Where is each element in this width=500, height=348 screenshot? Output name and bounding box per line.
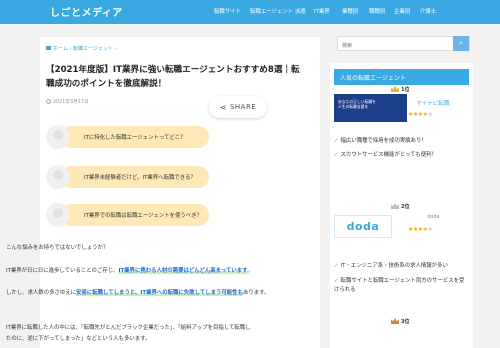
question-bubble-2: IT業界未経験者だけど、IT業界へ転職できる？ xyxy=(60,166,209,188)
rank-2-label: 2位 xyxy=(391,203,409,210)
nav-item-it[interactable]: IT業界 xyxy=(314,7,330,15)
date-text: 2021年3月17日 xyxy=(53,100,89,105)
home-icon xyxy=(46,46,51,50)
feature-text: IT・エンジニア系・技術系の求人情報が多い xyxy=(340,263,448,269)
feature-text: 転職サイトと転職エージェント両方のサービスを受けられる xyxy=(334,278,465,293)
bubble-text: IT業界未経験者だけど、IT業界へ転職できる？ xyxy=(84,175,196,181)
paragraph-text: しかし、求人数の多さゆえに xyxy=(6,290,77,296)
question-bubble-1: ITに特化した転職エージェントってどこ？ xyxy=(60,126,209,148)
avatar xyxy=(46,165,70,189)
paragraph-text: 。 xyxy=(247,268,253,274)
breadcrumb-agents[interactable]: 転職エージェント xyxy=(73,46,113,52)
nav-item-agents[interactable]: 転職エージェント xyxy=(250,7,293,15)
popular-agents-heading: 人気の転職エージェント xyxy=(334,69,469,85)
rank-2-feature-1: ✓ IT・エンジニア系・技術系の求人情報が多い xyxy=(334,262,468,271)
search-input[interactable] xyxy=(337,36,470,51)
rank-text: 3位 xyxy=(401,319,410,325)
nav-item-company[interactable]: 企業別 xyxy=(394,7,410,15)
intro-paragraph: こんな悩みをお持ちではないでしょうか？ xyxy=(6,245,109,251)
agent-name-doda[interactable]: doda xyxy=(427,214,439,220)
rank-1-feature-2: ✓ スカウトサービス機能がとっても便利！ xyxy=(334,151,468,160)
breadcrumb-home[interactable]: ホーム xyxy=(53,46,68,52)
feature-text: 幅広い職種で採用を成功実績あり！ xyxy=(340,138,427,144)
agent-name-mynavi[interactable]: マイナビ転職 xyxy=(416,99,449,107)
rank-2-feature-2: ✓ 転職サイトと転職エージェント両方のサービスを受けられる xyxy=(334,277,468,295)
avatar xyxy=(46,125,70,149)
search-icon: ⌕ xyxy=(459,39,463,47)
nav-item-job-sites[interactable]: 転職サイト xyxy=(214,7,241,15)
feature-text: スカウトサービス機能がとっても便利！ xyxy=(340,152,437,158)
paragraph-text: あります。 xyxy=(242,290,270,296)
avatar xyxy=(46,203,70,227)
article-title: 【2021年度版】IT業界に強い転職エージェントおすすめ8選｜転職成功のポイント… xyxy=(46,65,300,89)
crown-icon xyxy=(391,203,399,209)
share-label: SHARE xyxy=(229,103,257,111)
crown-icon xyxy=(391,318,399,324)
rating-stars-doda: ★★★★★ xyxy=(408,226,433,233)
crown-icon xyxy=(391,86,399,92)
paragraph-examples-line1: IT業界に転職した人の中には、「転職先がとんだブラック企業だった」、「給料アップ… xyxy=(6,325,251,331)
site-logo[interactable]: しごとメディア xyxy=(50,4,123,19)
rank-1-feature-1: ✓ 幅広い職種で採用を成功実績あり！ xyxy=(334,137,468,146)
nav-item-dispatch[interactable]: 派遣 xyxy=(295,7,306,15)
paragraph-text: IT業界が日に日に進歩していることのご存じ、 xyxy=(6,268,119,274)
article-card: ホーム › 転職エージェント › 【2021年度版】IT業界に強い転職エージェン… xyxy=(40,37,320,348)
publish-date: 2021年3月17日 xyxy=(46,98,89,105)
search-button[interactable]: ⌕ xyxy=(453,36,469,51)
question-bubble-3: IT業界での転職は転職エージェントを使うべき？ xyxy=(60,204,209,226)
doda-banner[interactable]: doda xyxy=(334,215,392,238)
rank-text: 1位 xyxy=(401,87,410,93)
check-icon: ✓ xyxy=(334,278,339,284)
clock-icon xyxy=(46,99,51,104)
bubble-text: ITに特化した転職エージェントってどこ？ xyxy=(84,135,186,141)
mynavi-banner[interactable]: あなたの正しい転職を 人生の転職支援を xyxy=(334,94,407,122)
nav-item-industry[interactable]: 業種別 xyxy=(342,7,358,15)
share-icon: ⋖ xyxy=(219,102,227,112)
rating-stars-mynavi: ★★★★★ xyxy=(408,111,433,118)
nav-item-occupation[interactable]: 職種別 xyxy=(369,7,385,15)
nav-item-caregiver[interactable]: 介護士 xyxy=(420,7,436,15)
site-header: しごとメディア 転職サイト 転職エージェント 派遣 IT業界 業種別 職種別 企… xyxy=(0,0,500,24)
paragraph-examples-line2: たのに、逆に下がってしまった」などという人も多います。 xyxy=(6,336,151,342)
check-icon: ✓ xyxy=(334,138,339,144)
rank-1-label: 1位 xyxy=(391,86,409,93)
paragraph-demand: IT業界が日に日に進歩していることのご存じ、IT業界に携わる人材の需要はどんどん… xyxy=(6,266,253,274)
bubble-text: IT業界での転職は転職エージェントを使うべき？ xyxy=(84,213,202,219)
breadcrumb: ホーム › 転職エージェント › xyxy=(46,45,117,52)
highlight-text: IT業界に携わる人材の需要はどんどん高まっています xyxy=(118,268,248,274)
share-button[interactable]: ⋖ SHARE xyxy=(209,96,267,118)
banner-line: 人生の転職支援を xyxy=(338,104,369,109)
check-icon: ✓ xyxy=(334,263,339,269)
banner-text: あなたの正しい転職を 人生の転職支援を xyxy=(338,99,376,109)
rank-3-label: 3位 xyxy=(391,318,409,325)
highlight-text: 安易に転職してしまうと、IT業界への転職に失敗してしまう可能性も xyxy=(76,290,243,296)
check-icon: ✓ xyxy=(334,152,339,158)
paragraph-warning: しかし、求人数の多さゆえに安易に転職してしまうと、IT業界への転職に失敗してしま… xyxy=(6,288,269,296)
rank-text: 2位 xyxy=(401,204,410,210)
